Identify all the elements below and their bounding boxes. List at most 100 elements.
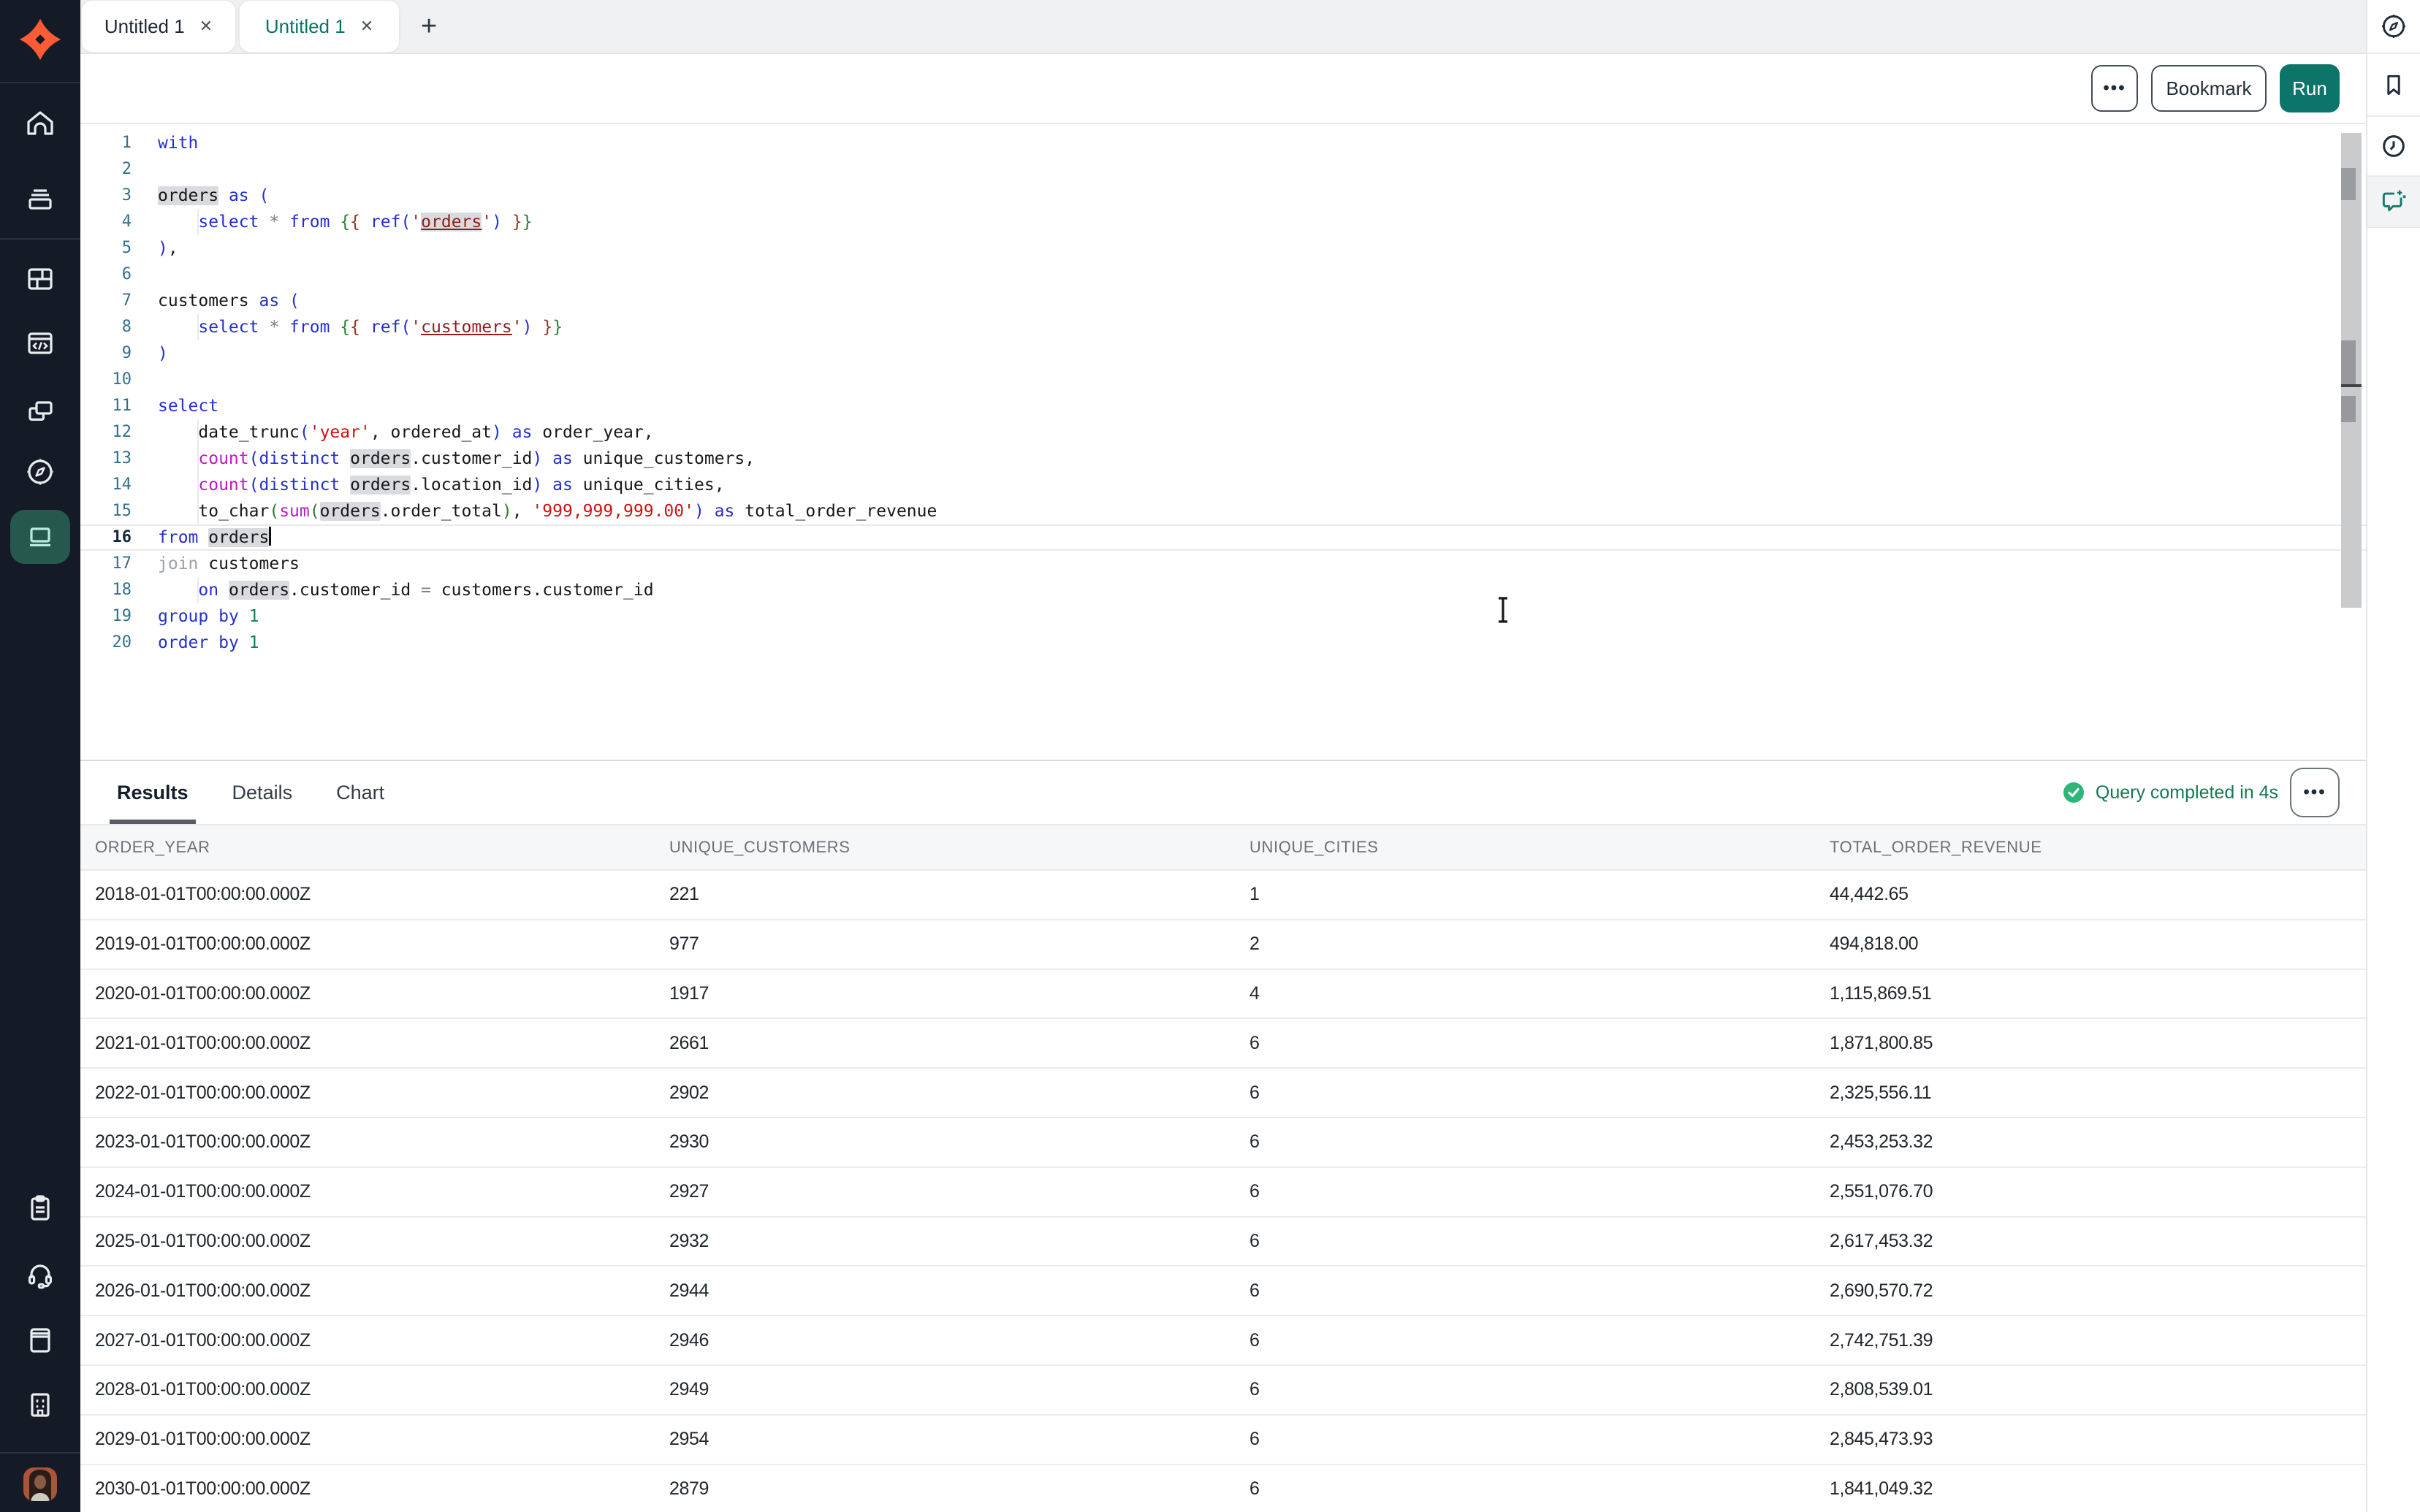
table-cell[interactable]: 4 [1235, 969, 1815, 1019]
table-cell[interactable]: 1,115,869.51 [1815, 969, 2366, 1019]
table-cell[interactable]: 2944 [655, 1266, 1235, 1316]
sidebar-item-tasks[interactable] [0, 1179, 80, 1237]
table-row[interactable]: 2018-01-01T00:00:00.000Z221144,442.65 [80, 870, 2366, 920]
table-cell[interactable]: 44,442.65 [1815, 870, 2366, 920]
code-line[interactable]: 17join customers [80, 551, 2366, 577]
table-cell[interactable]: 1917 [655, 969, 1235, 1019]
table-cell[interactable]: 2954 [655, 1415, 1235, 1465]
table-cell[interactable]: 1,841,049.32 [1815, 1465, 2366, 1512]
table-row[interactable]: 2022-01-01T00:00:00.000Z290262,325,556.1… [80, 1068, 2366, 1118]
table-cell[interactable]: 2902 [655, 1068, 1235, 1118]
table-cell[interactable]: 2930 [655, 1118, 1235, 1167]
table-cell[interactable]: 2026-01-01T00:00:00.000Z [80, 1266, 655, 1316]
table-row[interactable]: 2024-01-01T00:00:00.000Z292762,551,076.7… [80, 1167, 2366, 1217]
table-cell[interactable]: 221 [655, 870, 1235, 920]
sidebar-item-docs[interactable] [0, 1310, 80, 1369]
table-cell[interactable]: 2927 [655, 1167, 1235, 1217]
tab-details[interactable]: Details [232, 761, 293, 824]
table-cell[interactable]: 6 [1235, 1118, 1815, 1167]
code-line[interactable]: 19group by 1 [80, 603, 2366, 630]
code-line[interactable]: 18 on orders.customer_id = customers.cus… [80, 577, 2366, 603]
table-row[interactable]: 2019-01-01T00:00:00.000Z9772494,818.00 [80, 920, 2366, 969]
table-cell[interactable]: 6 [1235, 1465, 1815, 1512]
code-line[interactable]: 20order by 1 [80, 630, 2366, 656]
table-cell[interactable]: 2,742,751.39 [1815, 1316, 2366, 1365]
bookmark-button[interactable]: Bookmark [2151, 65, 2267, 112]
table-cell[interactable]: 2018-01-01T00:00:00.000Z [80, 870, 655, 920]
column-header[interactable]: TOTAL_ORDER_REVENUE [1815, 825, 2366, 870]
scrollbar-thumb[interactable] [2341, 168, 2356, 200]
code-line[interactable]: 3orders as ( [80, 183, 2366, 209]
table-cell[interactable]: 2,551,076.70 [1815, 1167, 2366, 1217]
table-row[interactable]: 2023-01-01T00:00:00.000Z293062,453,253.3… [80, 1118, 2366, 1167]
table-cell[interactable]: 6 [1235, 1266, 1815, 1316]
sidebar-item-archive[interactable] [0, 169, 80, 228]
close-icon[interactable]: ✕ [199, 17, 213, 36]
table-cell[interactable]: 6 [1235, 1018, 1815, 1068]
code-line[interactable]: 10 [80, 367, 2366, 393]
code-line[interactable]: 15 to_char(sum(orders.order_total), '999… [80, 498, 2366, 524]
code-line[interactable]: 16from orders [80, 524, 2366, 551]
table-row[interactable]: 2030-01-01T00:00:00.000Z287961,841,049.3… [80, 1465, 2366, 1512]
table-cell[interactable]: 1,871,800.85 [1815, 1018, 2366, 1068]
sql-editor[interactable]: 1with23orders as (4 select * from {{ ref… [80, 124, 2366, 760]
sidebar-item-organization[interactable] [0, 1375, 80, 1433]
sidebar-item-support[interactable] [0, 1245, 80, 1303]
table-cell[interactable]: 2023-01-01T00:00:00.000Z [80, 1118, 655, 1167]
table-cell[interactable]: 2021-01-01T00:00:00.000Z [80, 1018, 655, 1068]
table-cell[interactable]: 2025-01-01T00:00:00.000Z [80, 1217, 655, 1267]
table-cell[interactable]: 977 [655, 920, 1235, 969]
table-cell[interactable]: 1 [1235, 870, 1815, 920]
table-cell[interactable]: 2946 [655, 1316, 1235, 1365]
code-line[interactable]: 2 [80, 156, 2366, 183]
tab-untitled-1[interactable]: Untitled 1 ✕ [80, 0, 237, 53]
code-line[interactable]: 6 [80, 261, 2366, 288]
sidebar-item-connections[interactable] [0, 381, 80, 440]
table-cell[interactable]: 6 [1235, 1217, 1815, 1267]
code-line[interactable]: 14 count(distinct orders.location_id) as… [80, 472, 2366, 498]
table-cell[interactable]: 2027-01-01T00:00:00.000Z [80, 1316, 655, 1365]
sidebar-item-code-editor[interactable] [0, 314, 80, 373]
table-cell[interactable]: 2 [1235, 920, 1815, 969]
table-cell[interactable]: 2879 [655, 1465, 1235, 1512]
sidebar-item-studio-active[interactable] [0, 507, 80, 565]
table-cell[interactable]: 2028-01-01T00:00:00.000Z [80, 1365, 655, 1415]
table-cell[interactable]: 494,818.00 [1815, 920, 2366, 969]
sidebar-item-home[interactable] [0, 93, 80, 152]
close-icon[interactable]: ✕ [360, 17, 373, 36]
code-line[interactable]: 9) [80, 340, 2366, 367]
code-line[interactable]: 13 count(distinct orders.customer_id) as… [80, 446, 2366, 472]
panel-item-discover[interactable] [2367, 0, 2420, 54]
column-header[interactable]: UNIQUE_CUSTOMERS [655, 825, 1235, 870]
table-cell[interactable]: 2,690,570.72 [1815, 1266, 2366, 1316]
code-line[interactable]: 8 select * from {{ ref('customers') }} [80, 314, 2366, 340]
table-cell[interactable]: 2,617,453.32 [1815, 1217, 2366, 1267]
table-cell[interactable]: 2030-01-01T00:00:00.000Z [80, 1465, 655, 1512]
table-row[interactable]: 2029-01-01T00:00:00.000Z295462,845,473.9… [80, 1415, 2366, 1465]
table-cell[interactable]: 2029-01-01T00:00:00.000Z [80, 1415, 655, 1465]
table-cell[interactable]: 2,325,556.11 [1815, 1068, 2366, 1118]
table-row[interactable]: 2025-01-01T00:00:00.000Z293262,617,453.3… [80, 1217, 2366, 1267]
table-cell[interactable]: 2932 [655, 1217, 1235, 1267]
user-avatar[interactable] [0, 1455, 80, 1512]
code-line[interactable]: 7customers as ( [80, 288, 2366, 314]
dbt-logo[interactable] [0, 12, 80, 67]
table-row[interactable]: 2020-01-01T00:00:00.000Z191741,115,869.5… [80, 969, 2366, 1019]
table-cell[interactable]: 2949 [655, 1365, 1235, 1415]
code-line[interactable]: 1with [80, 130, 2366, 156]
table-cell[interactable]: 2019-01-01T00:00:00.000Z [80, 920, 655, 969]
table-row[interactable]: 2028-01-01T00:00:00.000Z294962,808,539.0… [80, 1365, 2366, 1415]
table-cell[interactable]: 6 [1235, 1415, 1815, 1465]
table-cell[interactable]: 2,845,473.93 [1815, 1415, 2366, 1465]
table-cell[interactable]: 2,808,539.01 [1815, 1365, 2366, 1415]
code-line[interactable]: 11select [80, 393, 2366, 419]
results-more-button[interactable]: ••• [2290, 768, 2340, 817]
column-header[interactable]: ORDER_YEAR [80, 825, 655, 870]
tab-results[interactable]: Results [117, 761, 189, 824]
panel-item-ai-assistant[interactable] [2367, 177, 2420, 228]
table-cell[interactable]: 2020-01-01T00:00:00.000Z [80, 969, 655, 1019]
sidebar-item-explore[interactable] [0, 443, 80, 501]
table-cell[interactable]: 6 [1235, 1068, 1815, 1118]
panel-item-bookmarks[interactable] [2367, 54, 2420, 117]
table-cell[interactable]: 2661 [655, 1018, 1235, 1068]
